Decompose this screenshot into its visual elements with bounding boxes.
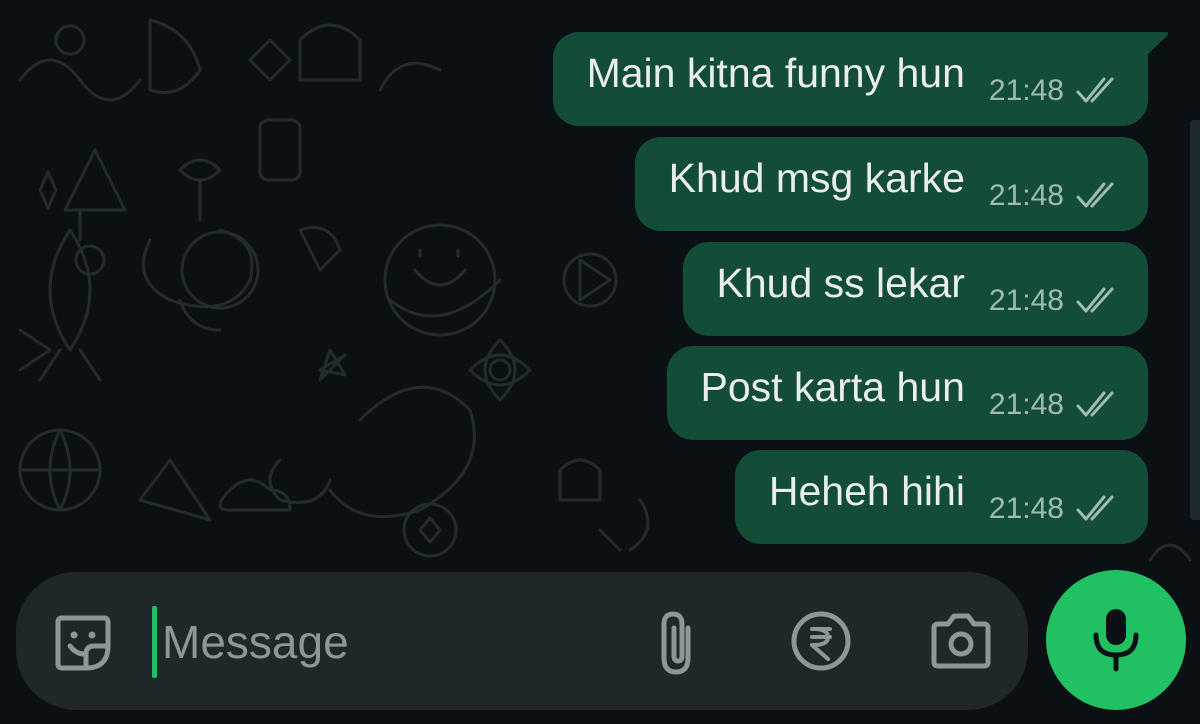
paperclip-icon <box>661 611 691 675</box>
message-text: Heheh hihi <box>768 467 965 514</box>
message-meta: 21:48 <box>989 179 1122 213</box>
double-check-icon <box>1076 495 1114 521</box>
camera-button[interactable] <box>928 610 994 672</box>
message-time: 21:48 <box>988 388 1064 421</box>
message-meta: 21:48 <box>989 492 1122 526</box>
double-check-icon <box>1076 77 1114 103</box>
message-input[interactable] <box>160 606 622 678</box>
message-bubble[interactable]: Heheh hihi 21:48 <box>734 450 1148 544</box>
double-check-icon <box>1076 391 1114 417</box>
message-bubble[interactable]: Khud ss lekar 21:48 <box>682 242 1148 336</box>
message-time: 21:48 <box>988 284 1064 317</box>
message-meta: 21:48 <box>989 74 1122 108</box>
message-text: Khud ss lekar <box>716 259 965 306</box>
camera-icon <box>931 613 991 669</box>
chat-thread: Main kitna funny hun 21:48 Khud msg kark… <box>0 0 1200 560</box>
microphone-icon <box>1093 609 1139 672</box>
message-time: 21:48 <box>988 492 1064 525</box>
payment-button[interactable] <box>790 610 852 672</box>
chat-scrollbar[interactable] <box>1190 120 1200 520</box>
message-text: Main kitna funny hun <box>586 49 965 96</box>
message-composer <box>16 572 1028 710</box>
double-check-icon <box>1076 287 1114 313</box>
message-text: Khud msg karke <box>668 154 965 201</box>
attach-button[interactable] <box>652 608 704 676</box>
message-meta: 21:48 <box>989 388 1122 422</box>
sticker-icon <box>55 615 111 671</box>
double-check-icon <box>1076 182 1114 208</box>
message-time: 21:48 <box>988 74 1064 107</box>
text-cursor <box>152 606 157 678</box>
message-time: 21:48 <box>988 179 1064 212</box>
message-bubble[interactable]: Post karta hun 21:48 <box>666 346 1148 440</box>
rupee-icon <box>791 611 851 671</box>
bubble-tail <box>1146 32 1169 56</box>
voice-record-button[interactable] <box>1046 570 1186 710</box>
message-bubble[interactable]: Khud msg karke 21:48 <box>634 137 1148 231</box>
message-meta: 21:48 <box>989 284 1122 318</box>
message-bubble[interactable]: Main kitna funny hun 21:48 <box>552 32 1169 126</box>
sticker-button[interactable] <box>52 610 114 672</box>
message-text: Post karta hun <box>700 363 965 410</box>
